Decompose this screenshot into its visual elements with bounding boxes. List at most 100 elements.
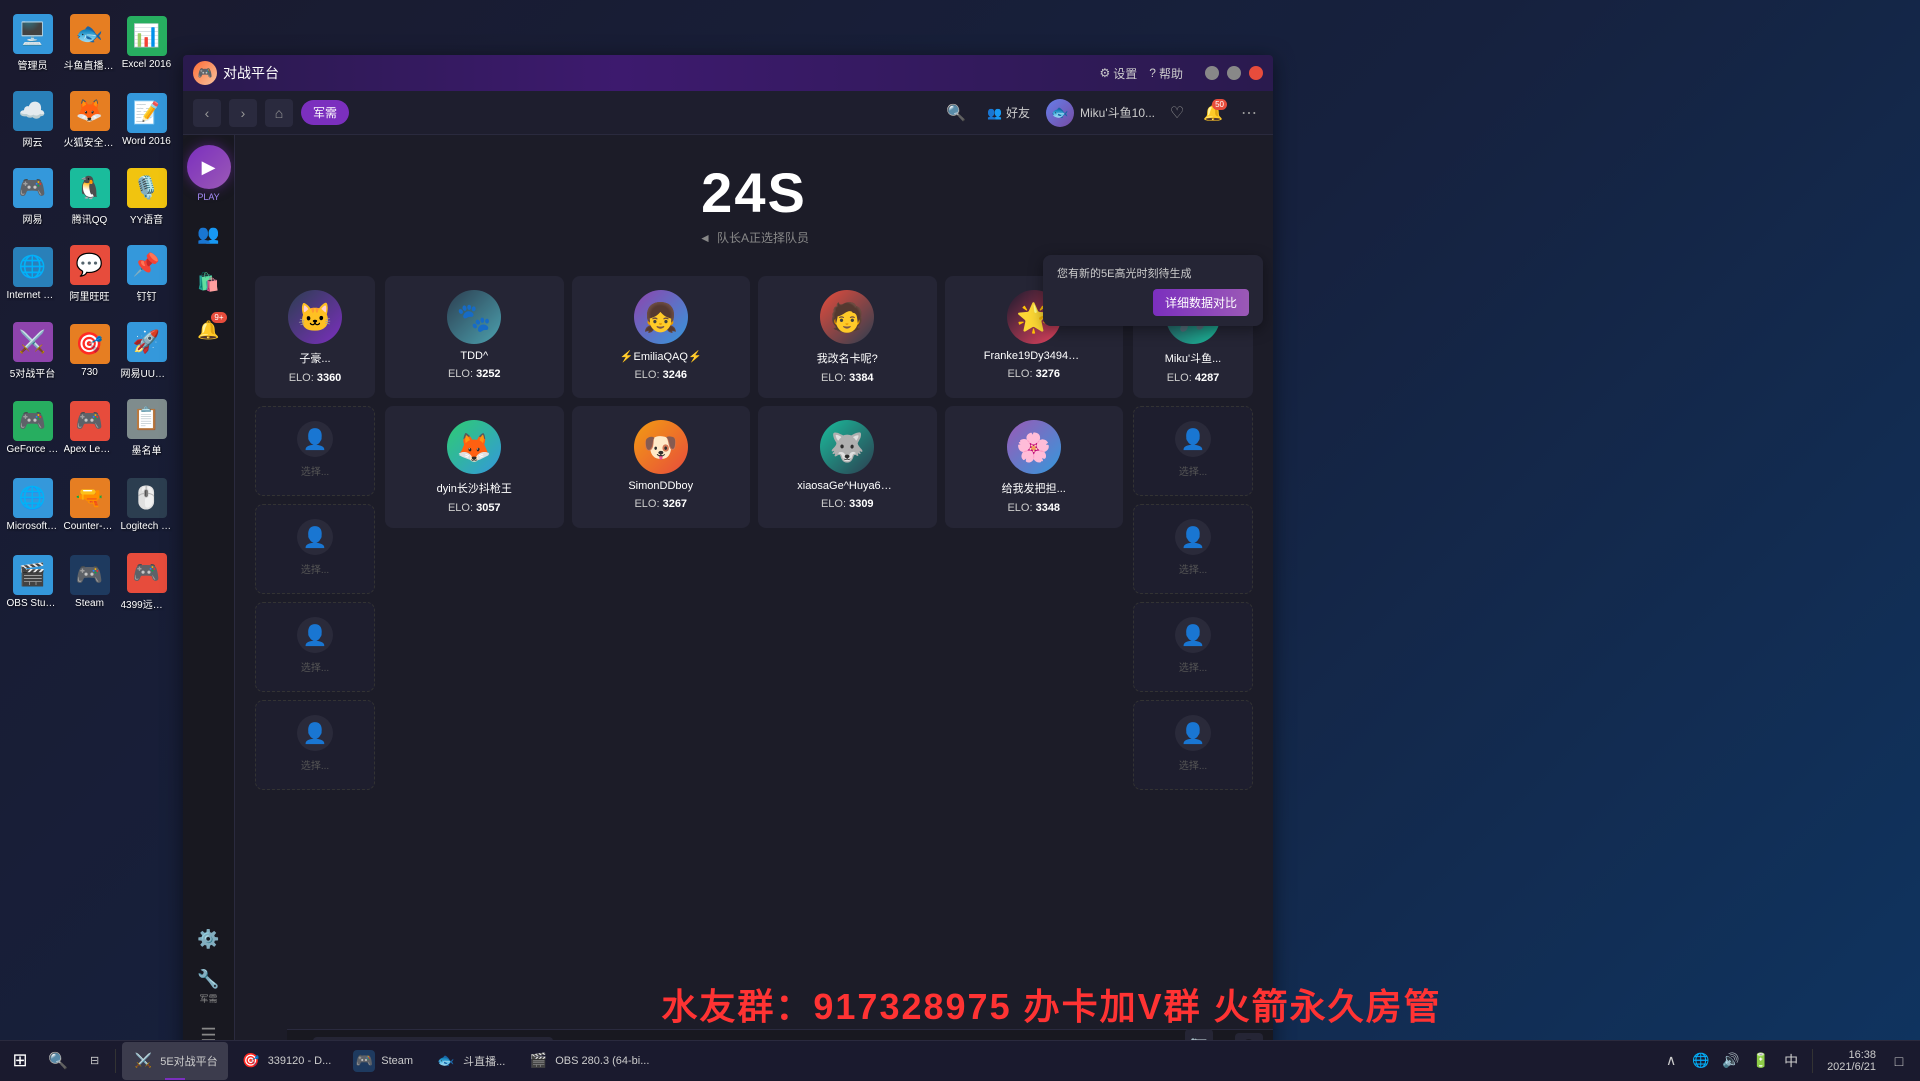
sidebar-item-settings[interactable]: ⚙️ <box>189 919 229 959</box>
settings-button[interactable]: ⚙ 设置 <box>1100 65 1138 82</box>
team-icon: 👥 <box>197 224 219 245</box>
desktop-icon-huohu[interactable]: 🦊 火狐安全软件 <box>62 82 117 157</box>
maximize-button[interactable]: □ <box>1227 66 1241 80</box>
desktop-icon-geforce[interactable]: 🎮 GeForce Experience <box>5 390 60 465</box>
empty-avatar-icon: 👤 <box>297 421 333 457</box>
close-button[interactable]: × <box>1249 66 1263 80</box>
player-card-simon[interactable]: 🐶 SimonDDboy ELO: 3267 <box>572 406 751 528</box>
player-card-tdd[interactable]: 🐾 TDD^ ELO: 3252 <box>385 276 564 398</box>
player-elo-geiwo: ELO: 3348 <box>1007 502 1060 514</box>
desktop-icon-obs[interactable]: 🎬 OBS Studio <box>5 544 60 619</box>
empty-slot-right-3[interactable]: 👤 选择... <box>1133 602 1253 692</box>
notification-button[interactable]: 🔔 50 <box>1199 99 1227 127</box>
desktop-icons: 🖥️ 管理员 🐟 斗鱼直播伴侣 📊 Excel 2016 ☁️ 网云 🦊 火狐安… <box>0 0 175 780</box>
desktop-icon-admin[interactable]: 🖥️ 管理员 <box>5 5 60 80</box>
taskbar-item-steam[interactable]: 🎮 Steam <box>343 1042 423 1080</box>
friends-button[interactable]: 👥 好友 <box>979 100 1038 125</box>
player-card-emilia[interactable]: 👧 ⚡EmiliaQAQ⚡ ELO: 3246 <box>572 276 751 398</box>
player-card-xiaosa[interactable]: 🐺 xiaosaGe^Huya610... ELO: 3309 <box>758 406 937 528</box>
sidebar-item-shop[interactable]: 🛍️ <box>189 262 229 302</box>
system-clock[interactable]: 16:38 2021/6/21 <box>1821 1049 1882 1073</box>
douyu-taskbar-icon: 🐟 <box>435 1050 457 1072</box>
desktop-icon-yy[interactable]: 🎙️ YY语音 <box>119 159 174 234</box>
desktop-icon-5v5[interactable]: ⚔️ 5对战平台 <box>5 313 60 388</box>
player-name-gaikaming: 我改名卡呢? <box>817 350 878 366</box>
sidebar-item-team[interactable]: 👥 <box>189 214 229 254</box>
minimize-button[interactable]: — <box>1205 66 1219 80</box>
systray-network[interactable]: 🌐 <box>1688 1048 1714 1074</box>
help-button[interactable]: ? 帮助 <box>1149 65 1183 82</box>
more-button[interactable]: ⋯ <box>1235 99 1263 127</box>
sidebar: ▶ PLAY 👥 🛍️ 🔔 9+ ⚙️ 🔧 <box>183 135 235 1065</box>
taskbar-item-douyu[interactable]: 🐟 斗直播... <box>425 1042 515 1080</box>
empty-slot-left-3[interactable]: 👤 选择... <box>255 602 375 692</box>
desktop-icon-uu[interactable]: 🚀 网易UU加速器 <box>119 313 174 388</box>
timer-section: 24S ◄ 队长A正选择队员 <box>235 135 1273 266</box>
empty-slot-left-2[interactable]: 👤 选择... <box>255 504 375 594</box>
app-logo-icon: 🎮 <box>193 61 217 85</box>
systray-battery[interactable]: 🔋 <box>1748 1048 1774 1074</box>
desktop-icon-4399[interactable]: 🎮 4399远游戏 <box>119 544 174 619</box>
sidebar-item-junshu[interactable]: 🔧 军需 <box>189 967 229 1007</box>
player-card-gaikaming[interactable]: 🧑 我改名卡呢? ELO: 3384 <box>758 276 937 398</box>
player-elo-simon: ELO: 3267 <box>634 498 687 510</box>
desktop-icon-logitech[interactable]: 🖱️ Logitech G HUB <box>119 467 174 542</box>
desktop-icon-wangyi[interactable]: 🎮 网易 <box>5 159 60 234</box>
player-name-emilia: ⚡EmiliaQAQ⚡ <box>620 350 702 363</box>
empty-avatar-icon-7: 👤 <box>1175 617 1211 653</box>
empty-slot-left-1[interactable]: 👤 选择... <box>255 406 375 496</box>
player-elo-franke: ELO: 3276 <box>1007 368 1060 380</box>
user-avatar: 🐟 <box>1046 99 1074 127</box>
empty-avatar-icon-5: 👤 <box>1175 421 1211 457</box>
desktop-icon-csglobal[interactable]: 🔫 Counter-S... Global Off... <box>62 467 117 542</box>
systray-sound[interactable]: 🔊 <box>1718 1048 1744 1074</box>
play-circle-button[interactable]: ▶ <box>187 145 231 189</box>
title-bar-logo: 🎮 对战平台 <box>193 61 279 85</box>
empty-slot-right-1[interactable]: 👤 选择... <box>1133 406 1253 496</box>
desktop-icon-ie[interactable]: 🌐 Internet Explorer <box>5 236 60 311</box>
systray-cn[interactable]: 中 <box>1778 1048 1804 1074</box>
desktop-icon-msedge[interactable]: 🌐 Microsoft Edge <box>5 467 60 542</box>
desktop-icon-douyu[interactable]: 🐟 斗鱼直播伴侣 <box>62 5 117 80</box>
taskbar-item-csgo[interactable]: 🎯 339120 - D... <box>230 1042 342 1080</box>
player-card-leader[interactable]: 🐱 子豪... ELO: 3360 <box>255 276 375 398</box>
empty-slot-right-2[interactable]: 👤 选择... <box>1133 504 1253 594</box>
play-label: PLAY <box>197 192 219 202</box>
taskbar-taskview[interactable]: ⊟ <box>80 1042 109 1080</box>
desktop-icon-excel[interactable]: 📊 Excel 2016 <box>119 5 174 80</box>
empty-avatar-icon-8: 👤 <box>1175 715 1211 751</box>
empty-slot-right-4[interactable]: 👤 选择... <box>1133 700 1253 790</box>
desktop-icon-aliwangwang[interactable]: 💬 阿里旺旺 <box>62 236 117 311</box>
player-card-geiwo[interactable]: 🌸 给我发把担... ELO: 3348 <box>945 406 1124 528</box>
user-profile[interactable]: 🐟 Miku'斗鱼10... <box>1046 99 1155 127</box>
player-avatar-tdd: 🐾 <box>447 290 501 344</box>
notification-action-button[interactable]: 详细数据对比 <box>1153 289 1249 316</box>
desktop-icon-qqmusic[interactable]: 🐧 腾讯QQ <box>62 159 117 234</box>
desktop-icon-apex[interactable]: 🎮 Apex Legends <box>62 390 117 465</box>
nav-tag-junshu[interactable]: 军需 <box>301 100 349 125</box>
taskbar-search-button[interactable]: 🔍 <box>40 1043 76 1079</box>
start-button[interactable]: ⊞ <box>0 1041 40 1081</box>
taskbar-item-5v5[interactable]: ⚔️ 5E对战平台 <box>122 1042 227 1080</box>
friends-icon: 👥 <box>987 106 1002 120</box>
player-card-dyin[interactable]: 🦊 dyin长沙抖枪王 ELO: 3057 <box>385 406 564 528</box>
desktop-icon-molist[interactable]: 📋 墨名单 <box>119 390 174 465</box>
show-desktop-button[interactable]: □ <box>1886 1048 1912 1074</box>
player-avatar-dyin: 🦊 <box>447 420 501 474</box>
desktop-icon-730[interactable]: 🎯 730 <box>62 313 117 388</box>
forward-button[interactable]: › <box>229 99 257 127</box>
sidebar-item-play[interactable]: ▶ PLAY <box>187 145 231 202</box>
desktop-icon-steam[interactable]: 🎮 Steam <box>62 544 117 619</box>
back-button[interactable]: ‹ <box>193 99 221 127</box>
desktop-icon-ding[interactable]: 📌 钉钉 <box>119 236 174 311</box>
taskbar-item-obs[interactable]: 🎬 OBS 280.3 (64-bi... <box>517 1042 659 1080</box>
desktop-icon-word[interactable]: 📝 Word 2016 <box>119 82 174 157</box>
home-button[interactable]: ⌂ <box>265 99 293 127</box>
sidebar-item-notification[interactable]: 🔔 9+ <box>189 310 229 350</box>
search-button[interactable]: 🔍 <box>941 98 971 128</box>
favorite-button[interactable]: ♡ <box>1163 99 1191 127</box>
desktop-icon-wangyun[interactable]: ☁️ 网云 <box>5 82 60 157</box>
settings-gear-icon: ⚙️ <box>197 929 219 950</box>
empty-slot-left-4[interactable]: 👤 选择... <box>255 700 375 790</box>
systray-arrow[interactable]: ∧ <box>1658 1048 1684 1074</box>
